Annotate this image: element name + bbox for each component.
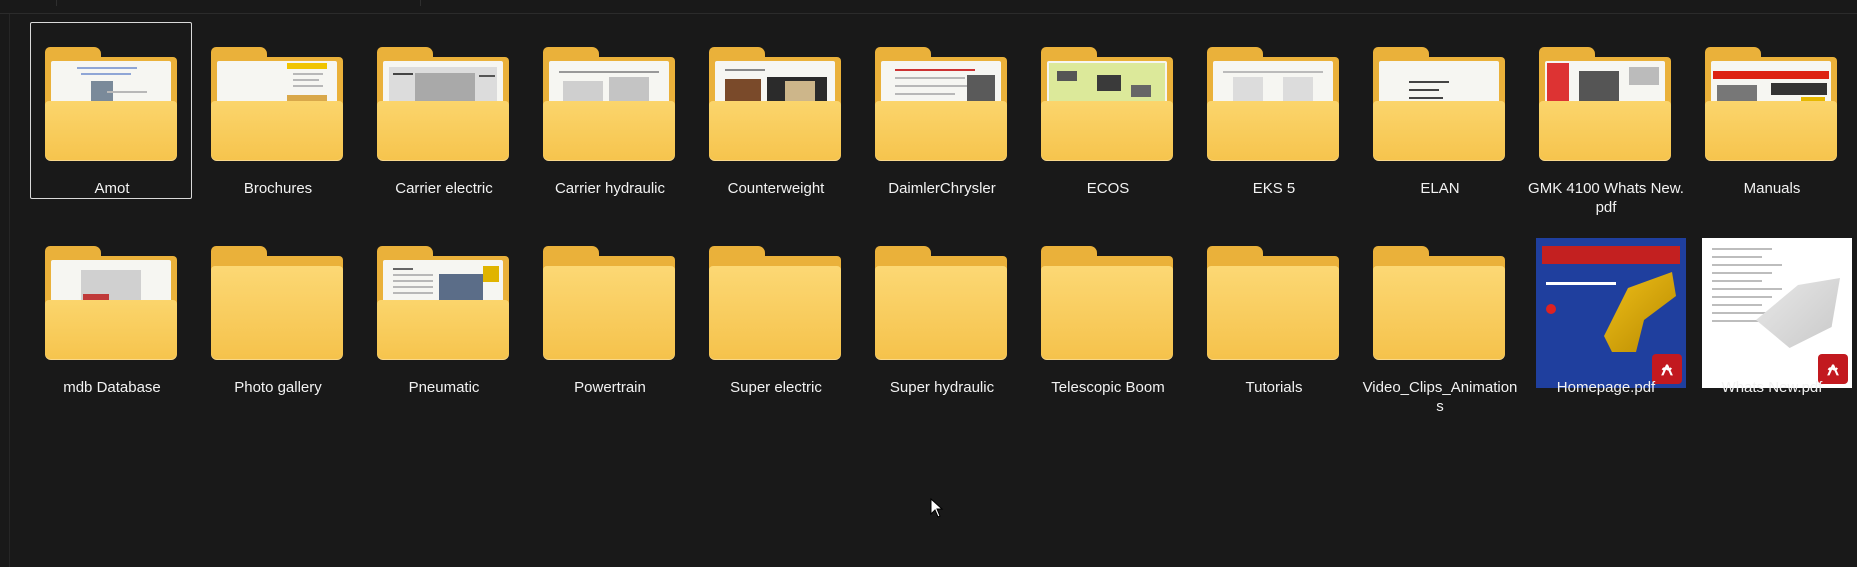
folder-item[interactable]: Carrier hydraulic — [528, 22, 690, 199]
folder-icon — [1539, 43, 1671, 161]
item-label: Pneumatic — [408, 379, 480, 396]
item-label: Manuals — [1743, 180, 1801, 197]
folder-icon — [377, 242, 509, 360]
item-label: Whats New.pdf — [1721, 379, 1823, 396]
folder-item[interactable]: Super electric — [694, 221, 856, 398]
folder-icon — [211, 43, 343, 161]
folder-item[interactable]: Video_Clips_Animations — [1358, 221, 1520, 415]
folder-icon — [211, 242, 343, 360]
folder-icon — [377, 43, 509, 161]
folder-item[interactable]: DaimlerChrysler — [860, 22, 1022, 199]
folder-item[interactable]: EKS 5 — [1192, 22, 1354, 199]
folder-icon — [1207, 242, 1339, 360]
folder-icon — [709, 43, 841, 161]
item-label: Super hydraulic — [889, 379, 995, 396]
folder-item[interactable]: Photo gallery — [196, 221, 358, 398]
folder-item[interactable]: Carrier electric — [362, 22, 524, 199]
item-label: Carrier electric — [395, 180, 493, 197]
folder-icon — [543, 43, 675, 161]
folder-item[interactable]: GMK 4100 Whats New.pdf — [1524, 22, 1686, 216]
left-divider — [9, 14, 10, 567]
folder-item[interactable]: Telescopic Boom — [1026, 221, 1188, 398]
item-label: Homepage.pdf — [1556, 379, 1656, 396]
folder-item[interactable]: Amot — [30, 22, 192, 199]
folder-icon — [1041, 43, 1173, 161]
item-label: Telescopic Boom — [1051, 379, 1165, 396]
folder-icon — [709, 242, 841, 360]
folder-item[interactable]: Super hydraulic — [860, 221, 1022, 398]
item-label: EKS 5 — [1252, 180, 1296, 197]
folder-item[interactable]: Manuals — [1690, 22, 1852, 199]
folder-icon — [1207, 43, 1339, 161]
top-divider — [0, 0, 1857, 14]
item-label: GMK 4100 Whats New.pdf — [1528, 180, 1684, 216]
pdf-icon: ⍲ — [1702, 238, 1852, 388]
item-label: DaimlerChrysler — [888, 180, 996, 197]
item-label: Tutorials — [1245, 379, 1303, 396]
mouse-pointer-icon — [930, 498, 944, 518]
folder-item[interactable]: Counterweight — [694, 22, 856, 199]
folder-icon — [45, 43, 177, 161]
column-separator — [56, 0, 57, 6]
item-label: Photo gallery — [234, 379, 322, 396]
column-separator — [420, 0, 421, 6]
folder-item[interactable]: Brochures — [196, 22, 358, 199]
file-item[interactable]: ⍲ Homepage.pdf — [1524, 221, 1686, 398]
item-label: Powertrain — [574, 379, 646, 396]
file-item[interactable]: ⍲ Whats New.pdf — [1690, 221, 1852, 398]
item-label: ELAN — [1420, 180, 1460, 197]
folder-icon — [543, 242, 675, 360]
item-label: Carrier hydraulic — [554, 180, 666, 197]
folder-item[interactable]: mdb Database — [30, 221, 192, 398]
folder-icon — [1373, 43, 1505, 161]
folder-icon — [1041, 242, 1173, 360]
folder-icon — [1373, 242, 1505, 360]
item-label: mdb Database — [63, 379, 161, 396]
folder-icon — [45, 242, 177, 360]
item-label: Video_Clips_Animations — [1362, 379, 1518, 415]
folder-icon — [875, 43, 1007, 161]
folder-item[interactable]: ELAN — [1358, 22, 1520, 199]
folder-item[interactable]: Pneumatic — [362, 221, 524, 398]
folder-icon — [875, 242, 1007, 360]
item-label: Counterweight — [727, 180, 825, 197]
folder-icon — [1705, 43, 1837, 161]
item-label: ECOS — [1086, 180, 1130, 197]
item-label: Brochures — [243, 180, 313, 197]
folder-item[interactable]: Powertrain — [528, 221, 690, 398]
folder-item[interactable]: ECOS — [1026, 22, 1188, 199]
pdf-icon: ⍲ — [1536, 238, 1686, 388]
item-label: Super electric — [730, 379, 822, 396]
folder-item[interactable]: Tutorials — [1192, 221, 1354, 398]
item-label: Amot — [94, 180, 130, 197]
